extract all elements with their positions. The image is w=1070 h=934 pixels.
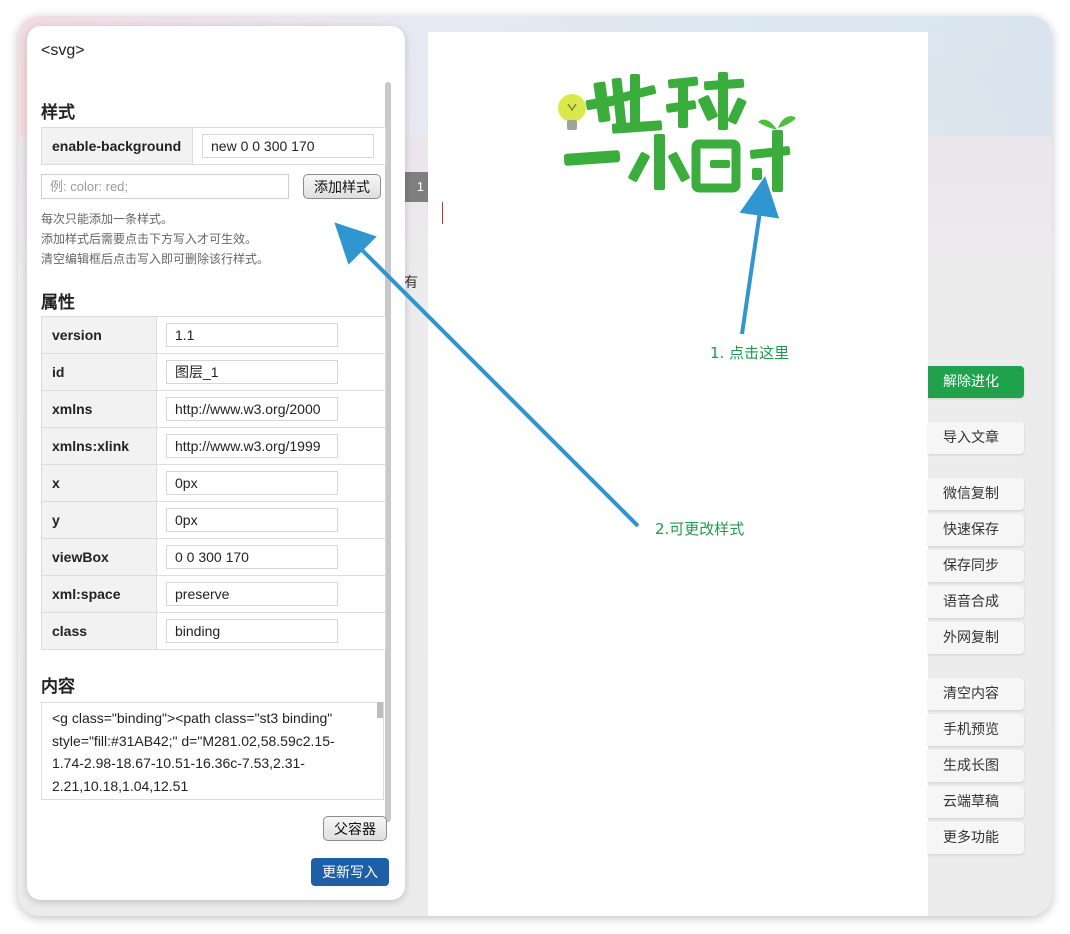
arrow-to-style-panel [334,222,640,528]
arrow-to-logo [739,176,780,335]
app-window: 1 有 1. 点击这里 2.可更改样式 解除进化 导入文章 微信复制 快速保存 … [18,16,1052,916]
annotation-arrows [334,176,780,528]
